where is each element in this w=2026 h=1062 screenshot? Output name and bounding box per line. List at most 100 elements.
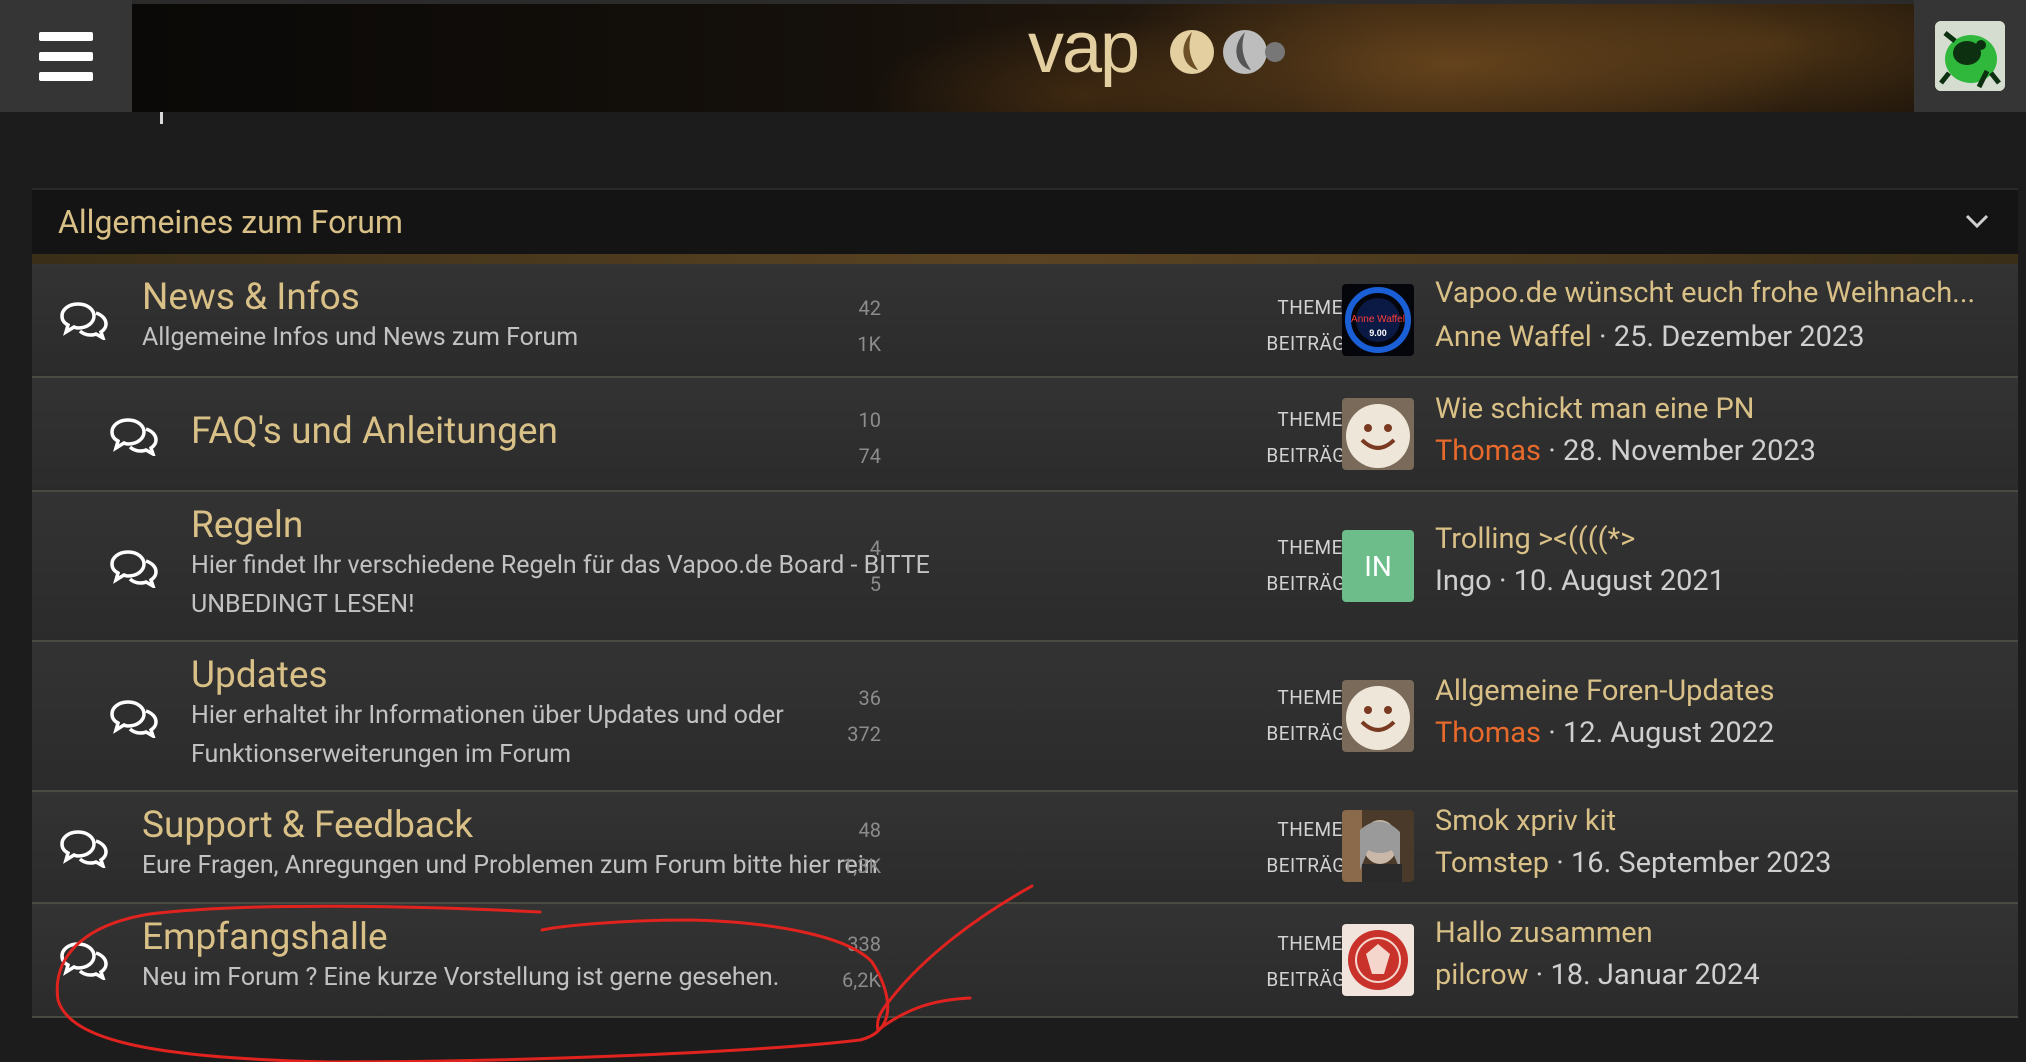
meta-separator: ·: [1535, 958, 1544, 992]
chat-bubbles-icon: [60, 830, 108, 868]
last-post-meta: Tomstep · 16. September 2023: [1435, 846, 1831, 880]
threads-count: 338: [847, 932, 881, 956]
posts-count: 5: [869, 572, 881, 596]
last-post-user[interactable]: pilcrow: [1435, 958, 1528, 992]
avatar-caption: 9.00: [1369, 328, 1387, 338]
last-post-date[interactable]: 28. November 2023: [1563, 434, 1816, 468]
latte-smiley-avatar: [1342, 398, 1414, 470]
last-post-date[interactable]: 16. September 2023: [1571, 846, 1832, 880]
last-post-user[interactable]: Thomas: [1435, 434, 1541, 468]
chat-bubbles-icon: [110, 418, 158, 456]
forum-node-updates[interactable]: Updates Hier erhaltet ihr Informationen …: [32, 642, 2018, 792]
last-post-meta: Anne Waffel · 25. Dezember 2023: [1435, 320, 1865, 354]
posts-label: BEITRÄGE: [1266, 968, 1357, 991]
last-post-user[interactable]: Tomstep: [1435, 846, 1549, 880]
last-post-date[interactable]: 25. Dezember 2023: [1614, 320, 1865, 354]
last-thread-title[interactable]: Smok xpriv kit: [1435, 804, 1616, 838]
forum-node-empfangshalle[interactable]: Empfangshalle Neu im Forum ? Eine kurze …: [32, 904, 2018, 1018]
meta-separator: ·: [1548, 716, 1556, 750]
avatar-initials: IN: [1364, 549, 1392, 583]
last-post-avatar[interactable]: [1342, 810, 1414, 882]
threads-count: 42: [858, 296, 881, 320]
hamburger-menu-button[interactable]: [0, 0, 132, 112]
forum-node-regeln[interactable]: Regeln Hier findet Ihr verschiedene Rege…: [32, 492, 2018, 642]
site-banner[interactable]: vap: [132, 4, 1914, 112]
logo-text: vap: [1028, 10, 1138, 88]
last-post-avatar[interactable]: [1342, 680, 1414, 752]
node-title[interactable]: Support & Feedback: [142, 804, 473, 847]
node-title[interactable]: News & Infos: [142, 276, 360, 319]
last-post-meta: pilcrow · 18. Januar 2024: [1435, 958, 1760, 992]
posts-label: BEITRÄGE: [1266, 572, 1357, 595]
node-title[interactable]: Empfangshalle: [142, 916, 388, 959]
anne-waffel-avatar: Anne Waffel 9.00: [1342, 284, 1414, 356]
forum-node-faq[interactable]: FAQ's und Anleitungen 10 THEMEN 74 BEITR…: [32, 378, 2018, 492]
threads-label: THEMEN: [1277, 686, 1357, 709]
threads-label: THEMEN: [1277, 818, 1357, 841]
meta-separator: ·: [1599, 320, 1607, 354]
last-thread-title[interactable]: Trolling ><((((*>: [1435, 522, 1635, 556]
last-post-date[interactable]: 12. August 2022: [1563, 716, 1774, 750]
last-post-meta: Thomas · 28. November 2023: [1435, 434, 1816, 468]
threads-count: 10: [858, 408, 881, 432]
avatar-text: Anne Waffel: [1351, 314, 1405, 325]
last-post-avatar[interactable]: [1342, 398, 1414, 470]
forum-node-news-infos[interactable]: News & Infos Allgemeine Infos und News z…: [32, 264, 2018, 378]
last-post-user[interactable]: Thomas: [1435, 716, 1541, 750]
logo-drops: [1170, 30, 1285, 74]
posts-label: BEITRÄGE: [1266, 332, 1357, 355]
posts-label: BEITRÄGE: [1266, 854, 1357, 877]
last-thread-title[interactable]: Hallo zusammen: [1435, 916, 1653, 950]
last-thread-title[interactable]: Vapoo.de wünscht euch frohe Weihnach...: [1435, 276, 1975, 310]
last-post-date[interactable]: 10. August 2021: [1514, 564, 1725, 598]
last-post-avatar[interactable]: [1342, 924, 1414, 996]
threads-count: 48: [858, 818, 881, 842]
meta-separator: ·: [1548, 434, 1556, 468]
node-title[interactable]: Regeln: [191, 504, 303, 547]
chat-bubbles-icon: [60, 302, 108, 340]
last-post-avatar[interactable]: Anne Waffel 9.00: [1342, 284, 1414, 356]
vapoo-logo[interactable]: vap: [1028, 10, 1288, 100]
last-post-user[interactable]: Anne Waffel: [1435, 320, 1592, 354]
threads-label: THEMEN: [1277, 536, 1357, 559]
text-caret: [160, 112, 163, 124]
hamburger-icon-bar: [39, 31, 93, 41]
frog-icon: [1935, 21, 2005, 91]
chat-bubbles-icon: [110, 700, 158, 738]
chevron-down-icon[interactable]: [1964, 208, 1990, 234]
node-description: Allgemeine Infos und News zum Forum: [142, 323, 579, 352]
forum-node-support-feedback[interactable]: Support & Feedback Eure Fragen, Anregung…: [32, 792, 2018, 904]
tomstep-photo-avatar: [1342, 810, 1414, 882]
node-title[interactable]: Updates: [191, 654, 328, 697]
category-divider: [32, 254, 2018, 264]
user-avatar-button[interactable]: [1914, 0, 2026, 112]
frog-avatar: [1935, 21, 2005, 91]
category-title[interactable]: Allgemeines zum Forum: [58, 203, 403, 241]
last-post-meta: Ingo · 10. August 2021: [1435, 564, 1725, 598]
hamburger-icon-bar: [39, 51, 93, 61]
last-thread-title[interactable]: Wie schickt man eine PN: [1435, 392, 1755, 426]
meta-separator: ·: [1498, 564, 1507, 598]
last-post-meta: Thomas · 12. August 2022: [1435, 716, 1774, 750]
last-post-user[interactable]: Ingo: [1435, 564, 1492, 598]
posts-count: 1,3K: [842, 854, 881, 878]
chat-bubbles-icon: [110, 550, 158, 588]
threads-label: THEMEN: [1277, 408, 1357, 431]
chat-bubbles-icon: [60, 942, 108, 980]
threads-label: THEMEN: [1277, 932, 1357, 955]
last-thread-title[interactable]: Allgemeine Foren-Updates: [1435, 674, 1774, 708]
posts-count: 372: [847, 722, 881, 746]
node-description: Eure Fragen, Anregungen und Problemen zu…: [142, 851, 878, 880]
pilcrow-stamp-avatar: [1342, 924, 1414, 996]
latte-smiley-avatar: [1342, 680, 1414, 752]
threads-count: 36: [858, 686, 881, 710]
node-description: Neu im Forum ? Eine kurze Vorstellung is…: [142, 963, 780, 992]
hamburger-icon-bar: [39, 71, 93, 81]
threads-count: 4: [869, 536, 881, 560]
category-header[interactable]: Allgemeines zum Forum: [32, 188, 2018, 254]
posts-count: 1K: [857, 332, 881, 356]
last-post-date[interactable]: 18. Januar 2024: [1550, 958, 1759, 992]
posts-count: 74: [858, 444, 881, 468]
last-post-avatar[interactable]: IN: [1342, 530, 1414, 602]
node-title[interactable]: FAQ's und Anleitungen: [191, 410, 558, 453]
